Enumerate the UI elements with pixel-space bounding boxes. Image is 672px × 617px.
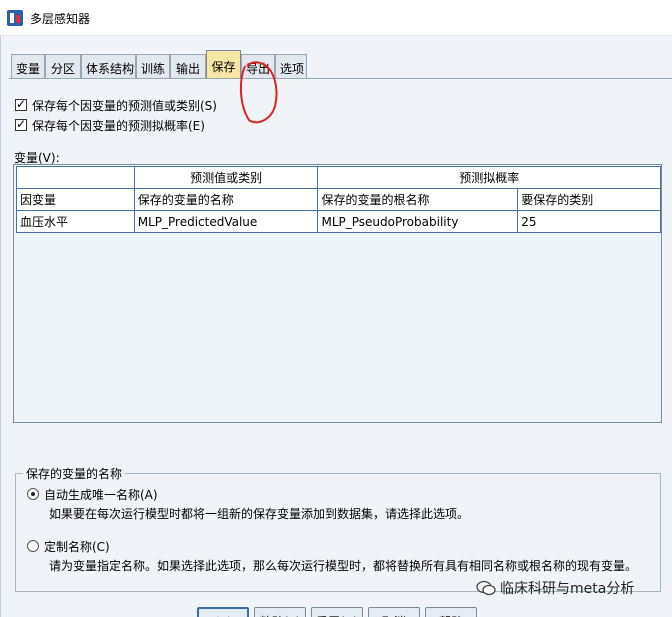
save-predicted-label: 保存每个因变量的预测值或类别(S) <box>32 98 217 113</box>
table-column-header-row: 因变量 保存的变量的名称 保存的变量的根名称 要保存的类别 <box>16 188 661 211</box>
watermark: 临床科研与meta分析 <box>476 578 634 598</box>
auto-name-radio[interactable] <box>27 488 39 500</box>
table-column-header: 要保存的类别 <box>517 188 661 211</box>
app-icon <box>7 10 23 26</box>
tab-options[interactable]: 选项 <box>275 54 307 78</box>
table-column-header: 因变量 <box>16 188 135 211</box>
save-probability-option[interactable]: ✓ 保存每个因变量的预测拟概率(E) <box>15 117 205 133</box>
table-cell: 血压水平 <box>16 210 135 233</box>
save-probability-checkbox[interactable]: ✓ <box>15 117 27 131</box>
tab-divider <box>9 78 672 79</box>
tab-save[interactable]: 保存 <box>206 50 241 78</box>
table-group-header: 预测拟概率 <box>317 166 661 189</box>
table-cell-editable[interactable]: MLP_PseudoProbability <box>317 210 519 233</box>
tab-export[interactable]: 导出 <box>241 54 275 78</box>
table-row: 血压水平 MLP_PredictedValue MLP_PseudoProbab… <box>16 210 661 233</box>
watermark-text: 临床科研与meta分析 <box>500 581 635 597</box>
table-column-header: 保存的变量的根名称 <box>317 188 519 211</box>
window-title: 多层感知器 <box>30 12 91 26</box>
help-button[interactable]: 帮助 <box>425 607 477 617</box>
tab-architecture[interactable]: 体系结构 <box>81 54 136 78</box>
table-cell-editable[interactable]: MLP_PredictedValue <box>133 210 319 233</box>
tab-variables[interactable]: 变量 <box>11 54 45 78</box>
ok-button[interactable]: 确定 <box>197 607 249 617</box>
custom-name-radio[interactable] <box>27 540 39 552</box>
title-bar: 多层感知器 <box>0 0 672 36</box>
tab-output[interactable]: 输出 <box>170 54 206 78</box>
table-cell-editable[interactable]: 25 <box>517 210 661 233</box>
save-probability-label: 保存每个因变量的预测拟概率(E) <box>32 118 205 133</box>
table-group-header-row: 预测值或类别 预测拟概率 <box>16 166 661 189</box>
custom-name-option[interactable]: 定制名称(C) <box>27 538 110 554</box>
auto-name-description: 如果要在每次运行模型时都将一组新的保存变量添加到数据集，请选择此选项。 <box>49 507 470 521</box>
cancel-button[interactable]: 取消 <box>368 607 420 617</box>
save-predicted-option[interactable]: ✓ 保存每个因变量的预测值或类别(S) <box>15 97 217 113</box>
custom-name-label: 定制名称(C) <box>44 539 110 554</box>
reset-button[interactable]: 重置(R) <box>311 607 363 617</box>
tab-training[interactable]: 训练 <box>136 54 170 78</box>
dialog-body: 变量 分区 体系结构 训练 输出 保存 导出 选项 ✓ 保存每个因变量的预测值或… <box>0 36 672 617</box>
wechat-icon <box>476 580 496 596</box>
save-predicted-checkbox[interactable]: ✓ <box>15 97 27 111</box>
auto-name-option[interactable]: 自动生成唯一名称(A) <box>27 486 158 502</box>
variables-table: 预测值或类别 预测拟概率 因变量 保存的变量的名称 保存的变量的根名称 要保存的… <box>16 166 661 233</box>
auto-name-label: 自动生成唯一名称(A) <box>44 487 158 502</box>
naming-group-title: 保存的变量的名称 <box>23 465 126 482</box>
table-column-header: 保存的变量的名称 <box>133 188 319 211</box>
paste-button[interactable]: 粘贴(P) <box>254 607 306 617</box>
table-group-header <box>16 166 135 189</box>
table-group-header: 预测值或类别 <box>133 166 319 189</box>
custom-name-description: 请为变量指定名称。如果选择此选项，那么每次运行模型时，都将替换所有具有相同名称或… <box>49 559 638 573</box>
variables-grid[interactable]: 预测值或类别 预测拟概率 因变量 保存的变量的名称 保存的变量的根名称 要保存的… <box>13 164 662 423</box>
tab-partition[interactable]: 分区 <box>45 54 81 78</box>
